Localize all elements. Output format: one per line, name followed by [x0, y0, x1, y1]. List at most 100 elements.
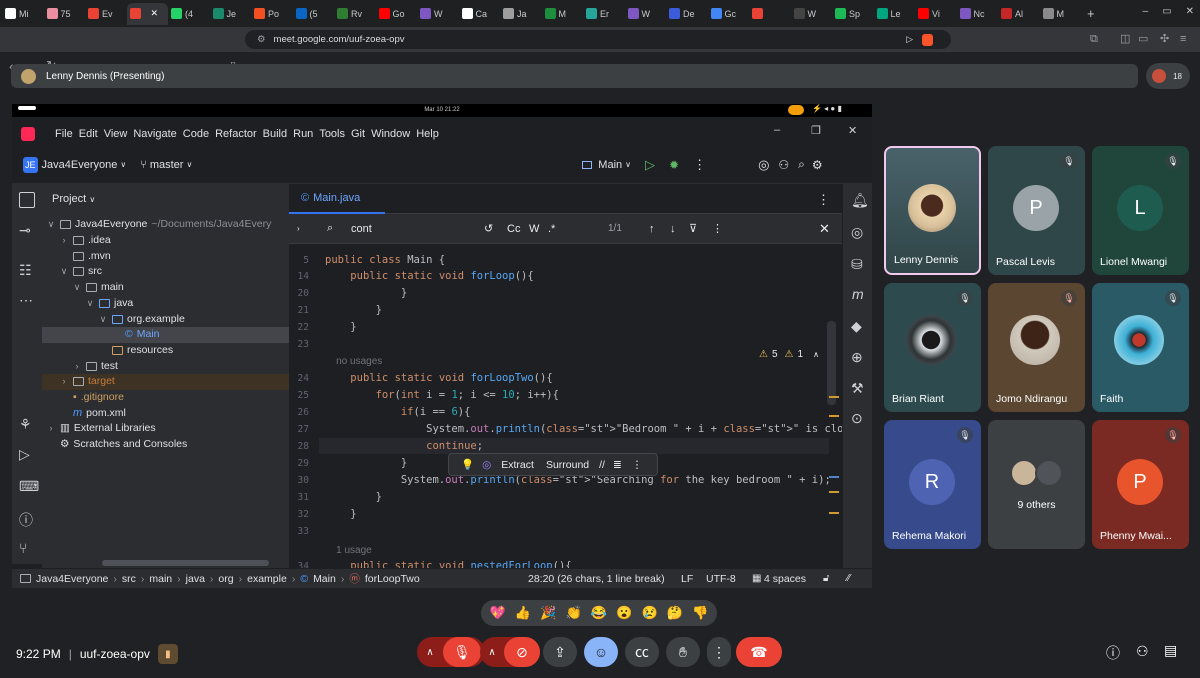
line-separator[interactable]: LF — [681, 573, 693, 585]
tree-expand-icon[interactable]: › — [59, 374, 69, 389]
tree-expand-icon[interactable]: › — [46, 421, 56, 436]
meeting-info-icon[interactable]: ⓘ — [1106, 643, 1120, 663]
browser-tab[interactable]: Al — [998, 3, 1040, 25]
extensions-icon[interactable]: ✣ — [1160, 31, 1169, 47]
camera-toggle[interactable]: ∧ ⊘ — [480, 637, 540, 667]
match-case-toggle[interactable]: Cc — [507, 223, 520, 235]
menu-code[interactable]: Code — [183, 128, 209, 140]
maximize-window-icon[interactable]: ▭ — [1162, 6, 1171, 17]
code-style-icon[interactable]: ⁄⁄ — [847, 573, 850, 584]
browser-tab[interactable]: Rv — [334, 3, 376, 25]
companion-mode-icon[interactable]: ▮ — [157, 644, 178, 664]
tree-item[interactable]: ⚙ Scratches and Consoles — [42, 437, 289, 453]
captions-button[interactable]: ㏄ — [625, 637, 659, 667]
participant-tile[interactable]: 9 others — [988, 420, 1085, 549]
web-icon[interactable]: ⊙ — [851, 410, 863, 427]
browser-tab[interactable]: Er — [583, 3, 625, 25]
tree-item[interactable]: › test — [42, 358, 289, 374]
raise-hand-button[interactable]: ✋︎ — [666, 637, 700, 667]
build-icon[interactable]: ⚒ — [851, 380, 864, 397]
ai-assistant-icon[interactable]: ◎ — [758, 157, 769, 173]
project-tool-icon[interactable] — [19, 192, 35, 208]
tree-item[interactable]: resources — [42, 343, 289, 359]
usage-hint[interactable]: no usages — [325, 355, 382, 367]
reaction-emoji[interactable]: 🤔 — [667, 605, 683, 621]
address-bar[interactable]: ⚙ meet.google.com/uuf-zoea-opv ▷ — [245, 30, 951, 49]
browser-tab[interactable] — [749, 3, 791, 25]
participant-tile[interactable]: 🎙︎ Jomo Ndirangu — [988, 283, 1085, 412]
close-find-icon[interactable]: ✕ — [819, 221, 830, 237]
terminal-icon[interactable]: ⌨ — [19, 478, 39, 495]
menu-navigate[interactable]: Navigate — [133, 128, 176, 140]
screenshot-icon[interactable]: ⧉ — [1090, 31, 1098, 47]
more-tools-icon[interactable]: ⋯ — [19, 292, 33, 309]
maven-icon[interactable]: m — [852, 286, 864, 302]
microphone-toggle[interactable]: ∧ 🎙︎ — [417, 637, 485, 667]
menu-file[interactable]: File — [55, 128, 73, 140]
whole-word-toggle[interactable]: W — [529, 223, 539, 235]
file-encoding[interactable]: UTF-8 — [706, 573, 736, 585]
notifications-icon[interactable]: 🔔︎ — [851, 192, 869, 209]
browser-tab[interactable]: W — [417, 3, 459, 25]
chevron-up-icon[interactable]: ∧ — [813, 350, 819, 359]
participant-tile[interactable]: P 🎙︎ Phenny Mwai... — [1092, 420, 1189, 549]
run-tool-icon[interactable]: ▷ — [19, 446, 30, 463]
participants-button[interactable]: 18 — [1146, 63, 1190, 89]
browser-tab[interactable]: Je — [210, 3, 252, 25]
git-icon[interactable]: ⑂ — [19, 540, 27, 556]
site-info-icon[interactable]: ⚙ — [257, 34, 266, 45]
usage-hint[interactable]: 1 usage — [325, 544, 372, 556]
find-more-icon[interactable]: ⋮ — [712, 222, 723, 235]
minimize-icon[interactable]: – — [774, 124, 780, 136]
reaction-emoji[interactable]: 😂 — [591, 605, 607, 621]
ai-actions-icon[interactable]: ◎ — [482, 459, 491, 471]
tree-item[interactable]: ∨ main — [42, 280, 289, 296]
present-button[interactable]: ⇪ — [543, 637, 577, 667]
new-tab-button[interactable]: + — [1087, 6, 1095, 21]
tree-item[interactable]: › .idea — [42, 233, 289, 249]
chat-icon[interactable]: ▤ — [1164, 642, 1177, 659]
browser-tab[interactable]: Ev — [85, 3, 127, 25]
next-match-icon[interactable]: ↓ — [670, 223, 676, 235]
tab-options-icon[interactable]: ⋮ — [817, 192, 830, 208]
breadcrumb-item[interactable]: org — [218, 573, 233, 585]
surround-button[interactable]: Surround — [546, 459, 589, 471]
add-user-icon[interactable]: ⚇ — [778, 158, 789, 172]
tree-expand-icon[interactable]: ∨ — [85, 296, 95, 311]
browser-tab[interactable]: Po — [251, 3, 293, 25]
reactions-button[interactable]: ☺ — [584, 637, 618, 667]
menu-run[interactable]: Run — [293, 128, 313, 140]
database-icon[interactable]: ⛁ — [851, 256, 863, 273]
browser-tab[interactable]: M — [1040, 3, 1082, 25]
browser-tab[interactable]: 75 — [44, 3, 86, 25]
sidebar-icon[interactable]: ◫ — [1120, 31, 1130, 47]
more-options-button[interactable]: ⋮ — [707, 637, 731, 667]
tree-expand-icon[interactable]: › — [72, 359, 82, 374]
browser-tab[interactable]: (5 — [293, 3, 335, 25]
previous-match-icon[interactable]: ↑ — [649, 223, 655, 235]
browser-tab[interactable]: W — [625, 3, 667, 25]
close-browser-icon[interactable]: ✕ — [1186, 6, 1194, 17]
browser-tab[interactable]: W — [791, 3, 833, 25]
menu-help[interactable]: Help — [416, 128, 439, 140]
browser-tab[interactable]: Ca — [459, 3, 501, 25]
mic-off-icon[interactable]: 🎙︎ — [443, 637, 481, 667]
tree-item[interactable]: ∨ java — [42, 296, 289, 312]
tree-item[interactable]: ∨ org.example — [42, 311, 289, 327]
participant-tile[interactable]: L 🎙︎ Lionel Mwangi — [1092, 146, 1189, 275]
tab-main-java[interactable]: © Main.java — [289, 184, 385, 214]
reaction-emoji[interactable]: 😢 — [642, 605, 658, 621]
tree-item[interactable]: ∨ Java4Everyone ~/Documents/Java4Every — [42, 217, 289, 233]
tree-item[interactable]: © Main — [42, 326, 289, 343]
menu-build[interactable]: Build — [263, 128, 287, 140]
browser-tab[interactable]: Mi — [2, 3, 44, 25]
services-icon[interactable]: ⚘ — [19, 416, 32, 433]
reaction-emoji[interactable]: 😮 — [616, 605, 632, 621]
breadcrumb-item[interactable]: java — [186, 573, 205, 585]
browser-tab[interactable]: De — [666, 3, 708, 25]
participant-tile[interactable]: P 🎙︎ Pascal Levis — [988, 146, 1085, 275]
expand-replace-icon[interactable]: › — [297, 224, 300, 233]
vertical-scrollbar[interactable] — [827, 321, 836, 405]
project-panel-title[interactable]: Project — [52, 193, 86, 205]
gradle-icon[interactable]: ◆ — [851, 318, 862, 335]
